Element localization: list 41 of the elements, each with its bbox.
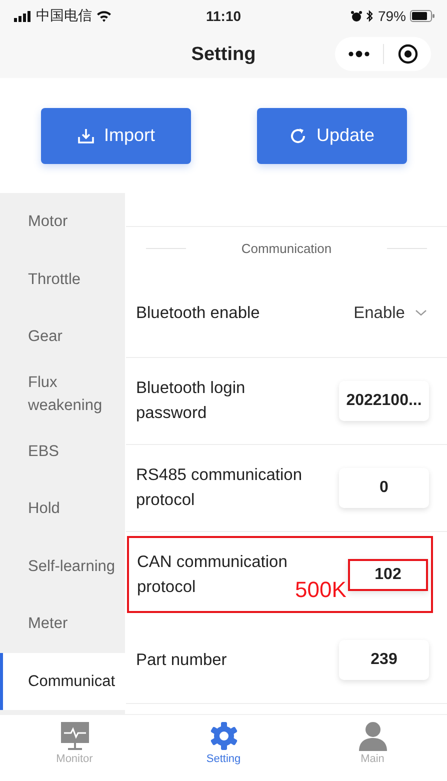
chevron-down-icon <box>415 309 427 317</box>
update-button[interactable]: Update <box>257 108 407 164</box>
input-field[interactable]: 102 <box>348 558 428 590</box>
more-icon[interactable] <box>348 50 370 58</box>
setting-label: RS485 communication protocol <box>136 465 303 511</box>
wifi-icon <box>96 10 112 22</box>
setting-label: Part number <box>136 650 227 671</box>
input-field[interactable]: 0 <box>339 468 429 508</box>
close-icon[interactable] <box>398 44 418 64</box>
tab-item[interactable]: Setting <box>174 715 274 781</box>
battery-icon <box>410 10 435 22</box>
setting-label: Bluetooth login password <box>136 378 246 424</box>
person-icon <box>358 721 388 751</box>
download-icon <box>76 126 95 144</box>
refresh-icon <box>289 126 308 144</box>
input-field[interactable]: 239 <box>339 640 429 680</box>
signal-icon <box>14 10 32 22</box>
sidebar-item[interactable]: EBS <box>0 422 125 480</box>
monitor-icon <box>60 721 90 751</box>
setting-label: CAN communication protocol <box>137 552 288 598</box>
section-title: Communication <box>241 240 332 256</box>
battery-percent: 79% <box>378 8 406 24</box>
page-title: Setting <box>191 44 256 66</box>
enable-dropdown[interactable]: Enable <box>354 304 429 322</box>
carrier-name: 中国电信 <box>36 7 92 25</box>
sidebar-item[interactable]: Communicat <box>0 652 125 710</box>
annotation-text: 500K <box>295 577 346 603</box>
import-button[interactable]: Import <box>41 108 191 164</box>
sidebar-item[interactable]: Meter <box>0 595 125 652</box>
input-field[interactable]: 2022100... <box>339 381 429 421</box>
sidebar-item[interactable]: Motor <box>0 193 125 250</box>
sidebar-item[interactable]: Gear <box>0 308 125 366</box>
sidebar-item[interactable]: Flux weakening <box>0 365 125 423</box>
sidebar-item[interactable]: Self-learning <box>0 538 125 596</box>
sidebar-item[interactable]: Hold <box>0 480 125 538</box>
status-time: 11:10 <box>206 8 242 24</box>
setting-label: Bluetooth enable <box>136 302 260 324</box>
alarm-icon <box>350 10 362 22</box>
bluetooth-icon <box>366 10 374 22</box>
gear-icon <box>208 721 238 751</box>
sidebar-item[interactable]: Throttle <box>0 250 125 308</box>
